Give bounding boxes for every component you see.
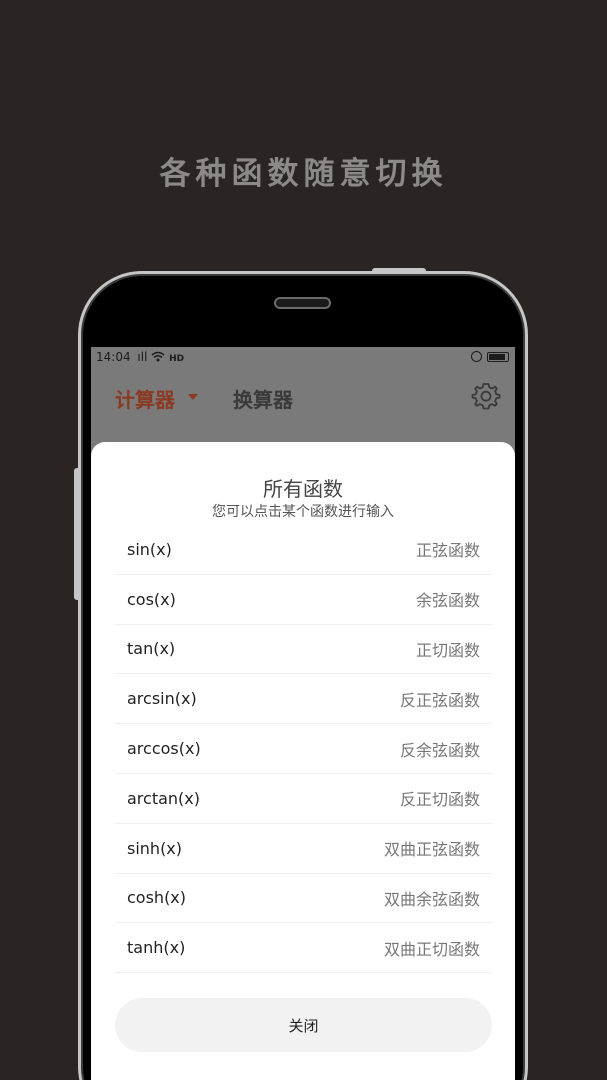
function-description: 双曲余弦函数 bbox=[383, 889, 480, 909]
close-button[interactable]: 关闭 bbox=[115, 998, 492, 1052]
functions-sheet: 所有函数 您可以点击某个函数进行输入 sin(x) 正弦函数 cos(x) 余弦… bbox=[91, 442, 515, 1080]
function-description: 反正切函数 bbox=[399, 790, 480, 810]
tab-calculator[interactable]: 计算器 bbox=[115, 384, 175, 413]
function-item-arccos[interactable]: arccos(x) 反余弦函数 bbox=[115, 724, 492, 774]
function-item-tan[interactable]: tan(x) 正切函数 bbox=[115, 625, 492, 675]
tab-converter[interactable]: 换算器 bbox=[233, 384, 293, 413]
function-item-sin[interactable]: sin(x) 正弦函数 bbox=[115, 525, 492, 575]
status-time: 14:04 bbox=[96, 350, 131, 364]
function-name: sin(x) bbox=[127, 539, 172, 559]
caret-down-icon[interactable] bbox=[188, 394, 198, 400]
function-description: 反余弦函数 bbox=[399, 740, 480, 760]
sheet-subtitle: 您可以点击某个函数进行输入 bbox=[212, 504, 394, 520]
wifi-icon bbox=[151, 351, 165, 362]
function-description: 正切函数 bbox=[415, 640, 480, 660]
function-name: arccos(x) bbox=[127, 739, 201, 759]
function-name: cos(x) bbox=[127, 589, 176, 609]
lock-icon bbox=[471, 351, 482, 362]
signal-icon: ıll bbox=[137, 350, 148, 364]
function-description: 双曲正弦函数 bbox=[383, 840, 480, 860]
function-item-sinh[interactable]: sinh(x) 双曲正弦函数 bbox=[115, 824, 492, 874]
gear-icon[interactable] bbox=[471, 381, 501, 411]
app-bar: 计算器 换算器 bbox=[91, 377, 515, 417]
function-list: sin(x) 正弦函数 cos(x) 余弦函数 tan(x) 正切函数 arcs… bbox=[115, 525, 492, 974]
status-bar: 14:04 ıll HD bbox=[91, 347, 515, 367]
function-description: 余弦函数 bbox=[415, 591, 480, 611]
promo-headline: 各种函数随意切换 bbox=[159, 156, 448, 192]
phone-speaker bbox=[274, 297, 331, 309]
function-name: arctan(x) bbox=[127, 788, 200, 808]
function-description: 双曲正切函数 bbox=[383, 939, 480, 959]
function-description: 反正弦函数 bbox=[399, 690, 480, 710]
function-name: sinh(x) bbox=[127, 838, 183, 858]
battery-icon bbox=[487, 351, 509, 362]
phone-screen: 14:04 ıll HD 计算器 换算器 所有函数 您可以点击某个函数进行输入 … bbox=[91, 347, 515, 1080]
sheet-title: 所有函数 bbox=[263, 477, 343, 501]
function-description: 正弦函数 bbox=[415, 541, 480, 561]
function-name: tanh(x) bbox=[127, 938, 186, 958]
function-item-cos[interactable]: cos(x) 余弦函数 bbox=[115, 575, 492, 625]
function-item-arctan[interactable]: arctan(x) 反正切函数 bbox=[115, 774, 492, 824]
function-name: tan(x) bbox=[127, 639, 176, 659]
function-name: arcsin(x) bbox=[127, 689, 197, 709]
function-item-cosh[interactable]: cosh(x) 双曲余弦函数 bbox=[115, 874, 492, 924]
function-name: cosh(x) bbox=[127, 888, 187, 908]
function-item-tanh[interactable]: tanh(x) 双曲正切函数 bbox=[115, 923, 492, 974]
function-item-arcsin[interactable]: arcsin(x) 反正弦函数 bbox=[115, 674, 492, 725]
network-badge: HD bbox=[169, 354, 185, 364]
